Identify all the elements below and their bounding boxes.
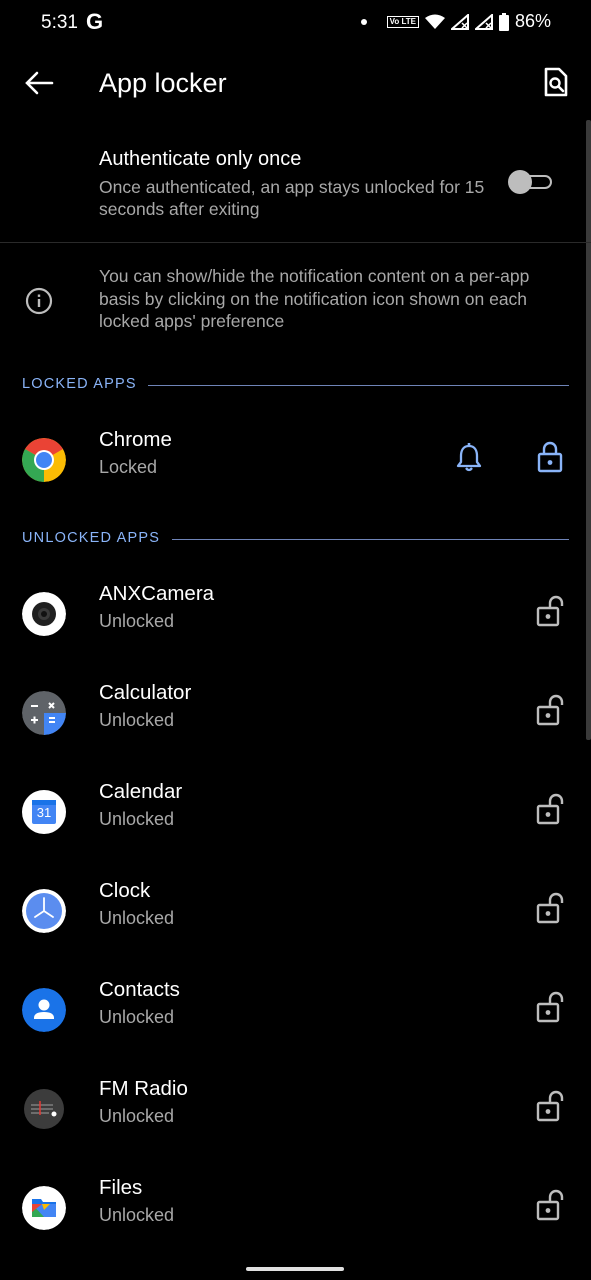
setting-description: Once authenticated, an app stays unlocke…: [99, 177, 485, 219]
app-row-chrome[interactable]: Chrome Locked: [0, 416, 591, 506]
page-title: App locker: [99, 68, 227, 98]
status-icons: Vo LTE 86%: [360, 11, 551, 32]
app-row-anxcamera[interactable]: ANXCamera Unlocked: [0, 570, 591, 660]
status-bar: 5:31 G Vo LTE 86%: [0, 0, 591, 46]
info-note: You can show/hide the notification conte…: [0, 265, 591, 335]
authenticate-once-toggle[interactable]: [508, 170, 554, 194]
app-row-calendar[interactable]: 31 Calendar Unlocked: [0, 768, 591, 858]
contacts-app-icon: [22, 988, 66, 1032]
home-indicator[interactable]: [246, 1267, 344, 1271]
section-divider: [148, 385, 569, 386]
calculator-app-icon: [22, 691, 66, 735]
app-status: Unlocked: [99, 1007, 175, 1027]
wifi-icon: [424, 14, 445, 29]
notification-bell-icon[interactable]: [456, 442, 482, 472]
lock-closed-icon[interactable]: [536, 440, 564, 474]
toggle-thumb: [508, 170, 532, 194]
app-name: Files: [99, 1176, 143, 1199]
app-name: Contacts: [99, 978, 180, 1001]
app-row-calculator[interactable]: Calculator Unlocked: [0, 669, 591, 759]
search-in-page-icon[interactable]: [543, 66, 569, 98]
app-row-files[interactable]: Files Unlocked: [0, 1164, 591, 1254]
battery-percent: 86%: [514, 11, 551, 31]
google-icon: G: [86, 9, 104, 34]
app-name: Chrome: [99, 428, 172, 451]
app-row-contacts[interactable]: Contacts Unlocked: [0, 966, 591, 1056]
signal-icon-2: [474, 13, 493, 30]
lock-open-icon[interactable]: [536, 693, 564, 727]
battery-icon: [498, 12, 509, 31]
app-name: FM Radio: [99, 1077, 188, 1100]
clock-app-icon: [22, 889, 66, 933]
files-app-icon: [22, 1186, 66, 1230]
locked-apps-header: LOCKED APPS: [22, 376, 569, 396]
app-name: Clock: [99, 879, 151, 902]
camera-app-icon: [22, 592, 66, 636]
lock-open-icon[interactable]: [536, 1089, 564, 1123]
arrow-back-icon[interactable]: [22, 66, 56, 100]
calendar-app-icon: 31: [22, 790, 66, 834]
divider: [0, 242, 591, 243]
app-name: Calendar: [99, 780, 183, 803]
setting-title: Authenticate only once: [99, 148, 302, 170]
lock-open-icon[interactable]: [536, 594, 564, 628]
info-text: You can show/hide the notification conte…: [99, 266, 530, 331]
app-status: Unlocked: [99, 1205, 175, 1225]
app-row-fm-radio[interactable]: FM Radio Unlocked: [0, 1065, 591, 1155]
app-row-clock[interactable]: Clock Unlocked: [0, 867, 591, 957]
lock-open-icon[interactable]: [536, 792, 564, 826]
info-icon: [25, 287, 53, 315]
fm-radio-app-icon: [24, 1089, 64, 1129]
chrome-icon: [22, 438, 66, 482]
signal-icon: [450, 13, 469, 30]
app-name: Calculator: [99, 681, 192, 704]
app-bar: App locker: [0, 46, 591, 122]
lock-open-icon[interactable]: [536, 990, 564, 1024]
authenticate-once-setting[interactable]: Authenticate only once Once authenticate…: [0, 128, 591, 242]
volte-icon: Vo LTE: [386, 15, 419, 28]
app-status: Unlocked: [99, 611, 175, 631]
app-name: ANXCamera: [99, 582, 215, 605]
unlocked-apps-header: UNLOCKED APPS: [22, 530, 569, 550]
calendar-date: 31: [36, 805, 52, 820]
section-label: UNLOCKED APPS: [22, 530, 161, 546]
app-status: Unlocked: [99, 1106, 175, 1126]
section-label: LOCKED APPS: [22, 376, 137, 392]
app-status: Unlocked: [99, 710, 175, 730]
lock-open-icon[interactable]: [536, 1188, 564, 1222]
lock-open-icon[interactable]: [536, 891, 564, 925]
section-divider: [172, 539, 569, 540]
app-status: Unlocked: [99, 809, 175, 829]
app-status: Unlocked: [99, 908, 175, 928]
app-status: Locked: [99, 457, 158, 477]
status-time: 5:31: [41, 12, 78, 33]
notification-dot-icon: [360, 18, 367, 25]
